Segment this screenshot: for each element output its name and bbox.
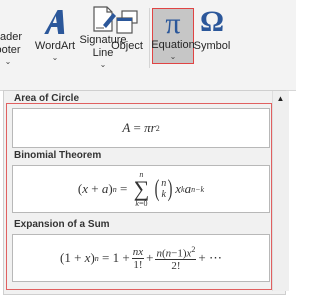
- equation-expansion-formula: (1 + x) n = 1 + nx 1! + n(n−1)x2 2! + ⋯: [60, 244, 222, 273]
- section-title-binomial-theorem: Binomial Theorem: [14, 150, 102, 161]
- chevron-down-icon: ⌄: [4, 57, 12, 66]
- insert-ribbon: eader ooter ⌄ WordArt ⌄ Signature Line ⌄: [0, 0, 296, 91]
- equation-expansion-of-a-sum[interactable]: (1 + x) n = 1 + nx 1! + n(n−1)x2 2! + ⋯: [12, 234, 270, 282]
- equation-label: Equation: [151, 39, 195, 51]
- chevron-down-icon: ⌄: [169, 52, 177, 61]
- header-footer-label-2: ooter: [0, 44, 21, 56]
- object-label: Object: [111, 40, 143, 52]
- omega-icon: Ω: [199, 5, 225, 38]
- symbol-button[interactable]: Ω Symbol: [193, 4, 231, 66]
- chevron-down-icon: ⌄: [99, 60, 107, 69]
- wordart-label: WordArt: [34, 40, 76, 52]
- object-button[interactable]: Object: [109, 4, 145, 66]
- wordart-icon: [41, 4, 69, 40]
- header-footer-label-1: eader: [0, 31, 23, 43]
- divider: [149, 8, 150, 68]
- equation-area-formula: A = πr 2: [122, 120, 160, 135]
- symbol-label: Symbol: [193, 40, 231, 52]
- header-footer-button[interactable]: eader ooter ⌄: [0, 4, 26, 66]
- pi-icon: π: [165, 7, 181, 40]
- section-title-area-of-circle: Area of Circle: [14, 93, 80, 104]
- equation-binomial-formula: (x + a) n = n ∑ k=0 ( nk ) x k a n−k: [77, 170, 205, 208]
- chevron-down-icon: ⌄: [51, 53, 59, 62]
- object-icon: [113, 4, 141, 40]
- equation-area-of-circle[interactable]: A = πr 2: [12, 108, 270, 148]
- wordart-button[interactable]: WordArt ⌄: [33, 4, 77, 66]
- equation-button[interactable]: π Equation ⌄: [151, 7, 195, 64]
- scroll-up-arrow-icon[interactable]: ▲: [274, 93, 287, 105]
- equation-binomial-theorem[interactable]: (x + a) n = n ∑ k=0 ( nk ) x k a n−k: [12, 165, 270, 213]
- gallery-scrollbar[interactable]: ▲: [272, 91, 289, 291]
- section-title-expansion-of-a-sum: Expansion of a Sum: [14, 219, 110, 230]
